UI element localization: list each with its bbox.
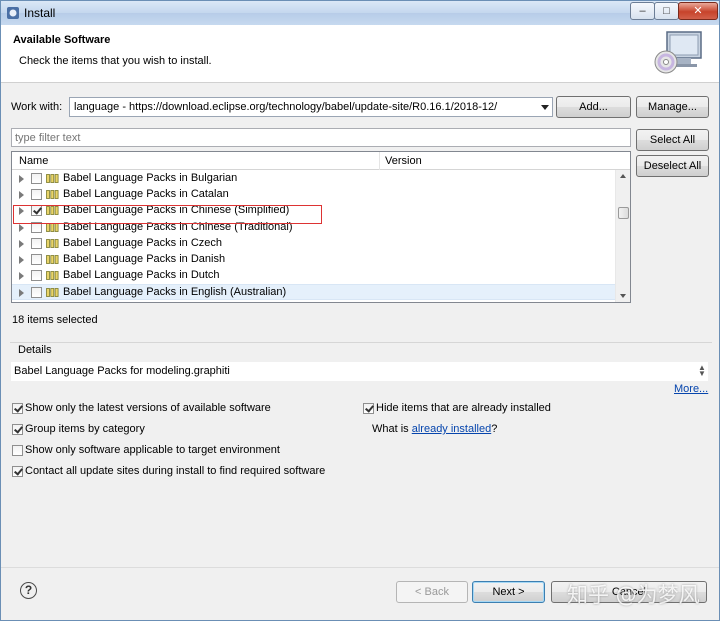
target-env-label: Show only software applicable to target … [25, 444, 280, 456]
feature-group-icon [46, 288, 59, 298]
tree-scrollbar[interactable] [615, 170, 630, 302]
select-all-button[interactable]: Select All [636, 129, 709, 151]
row-checkbox[interactable] [31, 237, 42, 249]
expand-arrow-icon[interactable] [19, 272, 24, 281]
row-name: Babel Language Packs in English (Austral… [63, 286, 287, 299]
filter-input[interactable] [12, 129, 630, 146]
column-divider [379, 152, 380, 170]
row-checkbox[interactable] [31, 173, 42, 184]
row-name: Babel Language Packs in Danish [63, 253, 226, 265]
help-icon[interactable]: ? [20, 582, 37, 599]
page-title: Available Software [13, 34, 111, 46]
tree-header: Name Version [12, 152, 630, 170]
row-name: Babel Language Packs in Dutch [63, 269, 220, 282]
feature-group-icon [46, 271, 59, 281]
more-link[interactable]: More... [674, 383, 708, 395]
maximize-button[interactable]: □ [654, 2, 679, 20]
page-description: Check the items that you wish to install… [19, 55, 212, 67]
watermark-text: 知乎 @为梦风 [567, 583, 700, 607]
already-installed-link[interactable]: already installed [412, 423, 492, 435]
row-checkbox[interactable] [31, 270, 42, 282]
add-site-button[interactable]: Add... [556, 96, 631, 118]
group-by-category-checkbox[interactable] [12, 424, 23, 435]
selection-highlight-box [13, 205, 322, 224]
hide-installed-label: Hide items that are already installed [376, 402, 551, 414]
expand-arrow-icon[interactable] [19, 239, 24, 248]
close-button[interactable]: ✕ [678, 2, 718, 20]
selection-status: 18 items selected [12, 314, 98, 326]
footer-divider [1, 567, 719, 568]
feature-group-icon [46, 238, 59, 248]
scroll-thumb[interactable] [618, 207, 629, 219]
feature-group-icon [46, 255, 59, 264]
row-name: Babel Language Packs in Bulgarian [63, 172, 238, 184]
wizard-header: Available Software Check the items that … [1, 25, 719, 83]
details-value: Babel Language Packs for modeling.graphi… [14, 365, 230, 377]
details-text: Babel Language Packs for modeling.graphi… [11, 362, 708, 381]
what-is-suffix: ? [491, 423, 498, 435]
filter-field[interactable] [11, 128, 631, 147]
scroll-down-icon[interactable] [620, 294, 626, 298]
hide-installed-checkbox[interactable] [363, 403, 374, 414]
target-env-checkbox[interactable] [12, 445, 23, 456]
tree-row[interactable]: Babel Language Packs in Danish [12, 252, 615, 268]
software-tree[interactable]: Name Version Babel Language Packs in Bul… [11, 151, 631, 303]
next-button[interactable]: Next > [472, 581, 545, 603]
contact-sites-label: Contact all update sites during install … [25, 465, 326, 477]
details-scroll-icon[interactable]: ▲ ▼ [698, 364, 706, 378]
details-label: Details [18, 344, 52, 356]
work-with-combo[interactable]: language - https://download.eclipse.org/… [69, 97, 553, 117]
latest-versions-checkbox[interactable] [12, 403, 23, 414]
expand-arrow-icon[interactable] [19, 191, 24, 200]
title-bar: Install – □ ✕ [1, 1, 719, 25]
expand-arrow-icon[interactable] [19, 223, 24, 232]
work-with-label: Work with: [11, 101, 63, 113]
install-dialog: Install – □ ✕ Available Software Check t… [0, 0, 720, 621]
column-version[interactable]: Version [385, 155, 422, 167]
row-checkbox[interactable] [31, 189, 42, 201]
tree-row[interactable]: Babel Language Packs in Catalan [12, 187, 615, 203]
app-icon [7, 7, 19, 19]
tree-row[interactable]: Babel Language Packs in Dutch [12, 268, 615, 284]
scroll-up-icon[interactable] [620, 174, 626, 178]
window-title: Install [24, 6, 56, 20]
tree-row[interactable]: Babel Language Packs in Bulgarian [12, 171, 615, 187]
chevron-down-icon[interactable] [541, 105, 549, 110]
tree-row[interactable]: Babel Language Packs in English (Austral… [12, 284, 615, 301]
row-name: Babel Language Packs in Czech [63, 236, 222, 249]
work-with-value: language - https://download.eclipse.org/… [74, 101, 498, 113]
column-name[interactable]: Name [19, 155, 48, 167]
what-is-installed: What is already installed? [372, 423, 497, 435]
what-is-prefix: What is [372, 423, 412, 435]
install-cd-icon [654, 31, 702, 74]
group-by-category-label: Group items by category [25, 423, 145, 435]
expand-arrow-icon[interactable] [19, 175, 24, 183]
row-checkbox[interactable] [31, 254, 42, 265]
expand-arrow-icon[interactable] [19, 256, 24, 264]
feature-group-icon [46, 190, 59, 200]
tree-row[interactable]: Babel Language Packs in Czech [12, 236, 615, 252]
contact-sites-checkbox[interactable] [12, 466, 23, 477]
back-button[interactable]: < Back [396, 581, 468, 603]
row-name: Babel Language Packs in Catalan [63, 188, 229, 201]
manage-sites-button[interactable]: Manage... [636, 96, 709, 118]
row-checkbox[interactable] [31, 287, 42, 299]
feature-group-icon [46, 174, 59, 183]
expand-arrow-icon[interactable] [19, 289, 24, 298]
deselect-all-button[interactable]: Deselect All [636, 155, 709, 177]
latest-versions-label: Show only the latest versions of availab… [25, 402, 271, 414]
minimize-button[interactable]: – [630, 2, 655, 20]
